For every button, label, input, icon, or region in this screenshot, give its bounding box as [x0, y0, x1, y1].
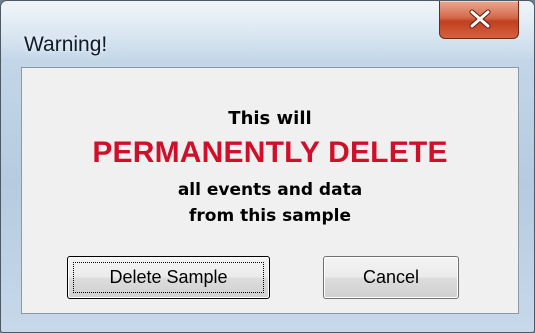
dialog-title: Warning!: [24, 33, 108, 56]
dialog-content: This will PERMANENTLY DELETE all events …: [21, 67, 519, 314]
cancel-button[interactable]: Cancel: [323, 256, 459, 299]
title-bar[interactable]: Warning!: [1, 1, 534, 66]
close-icon: [469, 9, 491, 29]
delete-sample-button[interactable]: Delete Sample: [67, 256, 270, 299]
message-line-4: from this sample: [188, 206, 351, 226]
cancel-label: Cancel: [362, 267, 420, 287]
message-line-1: This will: [228, 108, 312, 129]
message-warning-emphasis: PERMANENTLY DELETE: [92, 136, 448, 169]
close-button[interactable]: [439, 1, 519, 39]
message-line-3: all events and data: [177, 180, 363, 200]
focus-rectangle: [73, 262, 264, 293]
warning-dialog: Warning! This will PERMANENTLY DELETE al…: [0, 0, 535, 333]
